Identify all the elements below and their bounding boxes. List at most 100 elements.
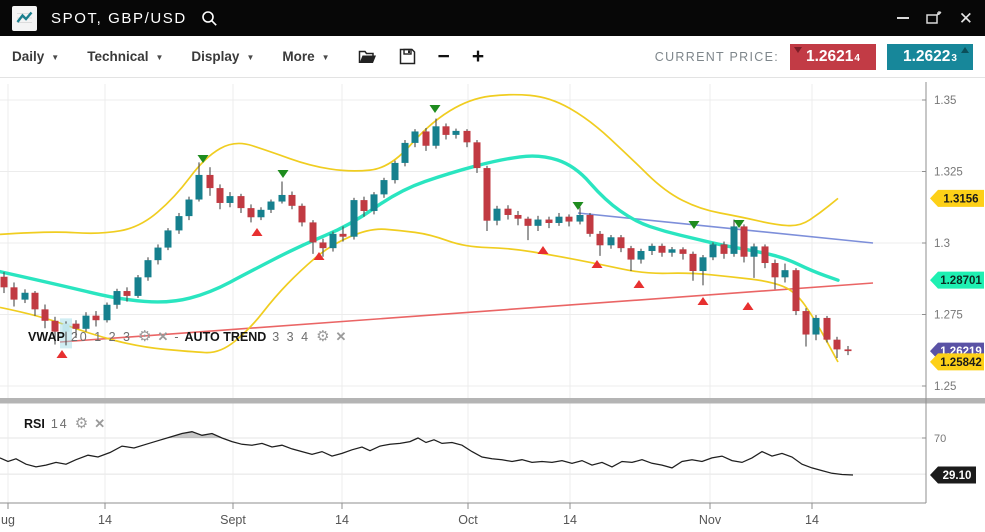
buy-price-badge[interactable]: 1.2622 3: [887, 44, 973, 70]
restore-button[interactable]: [925, 10, 943, 26]
vwap-remove-icon[interactable]: ✕: [157, 329, 168, 345]
candle-body: [433, 126, 440, 145]
toolbar: Daily ▼ Technical ▼ Display ▼ More ▼: [0, 36, 985, 78]
price-axis-label: 1.35: [934, 95, 956, 107]
candle-body: [392, 163, 399, 180]
candle-body: [525, 219, 532, 226]
rsi-indicator-label: RSI 14 ⚙ ✕: [24, 416, 105, 432]
candle-body: [824, 318, 831, 340]
price-up-arrow-icon: [961, 47, 969, 53]
candle-body: [340, 234, 347, 237]
candle-body: [361, 200, 368, 211]
candle: [165, 228, 172, 250]
candle-body: [351, 200, 358, 237]
candle-body: [11, 287, 18, 299]
current-price-label: CURRENT PRICE:: [655, 50, 779, 64]
candle-body: [597, 234, 604, 245]
candle-body: [83, 316, 90, 329]
price-tag: 1.25842: [930, 353, 984, 370]
menu-display[interactable]: Display ▼: [191, 49, 254, 64]
search-icon[interactable]: [201, 10, 218, 27]
price-tag-text: 1.3156: [943, 193, 978, 205]
candle-body: [638, 251, 645, 260]
chevron-down-icon: ▼: [155, 51, 163, 62]
candle: [824, 316, 831, 343]
candle-body: [556, 217, 563, 223]
minimize-button[interactable]: [897, 17, 909, 19]
app-logo-icon: [12, 6, 37, 31]
candle: [392, 161, 399, 184]
time-axis-label: 14: [98, 513, 112, 527]
menu-daily[interactable]: Daily ▼: [12, 49, 59, 64]
candle-body: [155, 248, 162, 261]
candle-body: [845, 349, 852, 351]
candle-body: [371, 194, 378, 211]
candle-body: [268, 202, 275, 210]
candle-body: [566, 217, 573, 222]
candle-body: [22, 293, 29, 300]
autotrend-settings-gear-icon[interactable]: ⚙: [316, 330, 329, 344]
candle-body: [793, 270, 800, 311]
candle-body: [751, 246, 758, 256]
time-axis-label: 14: [563, 513, 577, 527]
rsi-settings-gear-icon[interactable]: ⚙: [75, 417, 88, 431]
candle-body: [680, 249, 687, 254]
candle-body: [721, 244, 728, 253]
close-icon[interactable]: ✕: [959, 10, 973, 27]
zoom-in-button[interactable]: +: [472, 47, 484, 67]
candle: [135, 275, 142, 298]
candle-body: [412, 131, 419, 142]
page-title: SPOT, GBP/USD: [51, 10, 187, 27]
candle-body: [494, 209, 501, 221]
candle-body: [669, 249, 676, 252]
candle-body: [659, 246, 666, 253]
candle-body: [577, 215, 584, 222]
candle-body: [135, 277, 142, 296]
time-axis-label: Nov: [699, 513, 722, 527]
rsi-remove-icon[interactable]: ✕: [94, 416, 105, 432]
candle-body: [299, 206, 306, 223]
trading-app-window: SPOT, GBP/USD ✕ Daily ▼: [0, 0, 985, 532]
candle-body: [289, 195, 296, 206]
candlestick-chart[interactable]: 1.351.3251.31.2751.2570ug14Sept14Oct14No…: [0, 78, 985, 532]
candle-body: [741, 226, 748, 256]
open-file-icon[interactable]: [358, 49, 377, 65]
candle-body: [310, 222, 317, 242]
candle-body: [145, 260, 152, 277]
candle-body: [546, 220, 553, 223]
candle-body: [505, 209, 512, 215]
candle-body: [464, 131, 471, 142]
candle-body: [32, 293, 39, 310]
price-tag-text: 1.28701: [940, 275, 982, 287]
chart-area[interactable]: 1.351.3251.31.2751.2570ug14Sept14Oct14No…: [0, 78, 985, 532]
candle-body: [423, 131, 430, 145]
save-icon[interactable]: [399, 48, 416, 65]
chart-background: [0, 78, 985, 532]
candle: [145, 257, 152, 280]
candle-body: [484, 168, 491, 221]
price-tag: 1.28701: [930, 272, 984, 289]
menu-technical[interactable]: Technical ▼: [87, 49, 163, 64]
candle-body: [381, 180, 388, 194]
candle-body: [176, 216, 183, 230]
zoom-out-button[interactable]: −: [438, 47, 450, 67]
time-axis-label: 14: [335, 513, 349, 527]
chevron-down-icon: ▼: [246, 51, 254, 62]
price-axis-label: 1.325: [934, 167, 963, 179]
sell-price-badge[interactable]: 1.2621 4: [790, 44, 876, 70]
menu-more[interactable]: More ▼: [282, 49, 329, 64]
price-down-arrow-icon: [794, 47, 802, 53]
autotrend-remove-icon[interactable]: ✕: [336, 329, 347, 345]
candle-body: [649, 246, 656, 251]
price-axis-label: 1.3: [934, 238, 950, 250]
vwap-settings-gear-icon[interactable]: ⚙: [138, 330, 151, 344]
candle-body: [227, 196, 234, 203]
candle-body: [165, 230, 172, 247]
candle-body: [258, 210, 265, 217]
price-tag-text: 1.25842: [940, 357, 982, 369]
time-axis-label: Sept: [220, 513, 246, 527]
candle-body: [196, 175, 203, 200]
price-axis-label: 1.275: [934, 310, 963, 322]
candle: [587, 213, 594, 237]
candle-body: [782, 270, 789, 277]
